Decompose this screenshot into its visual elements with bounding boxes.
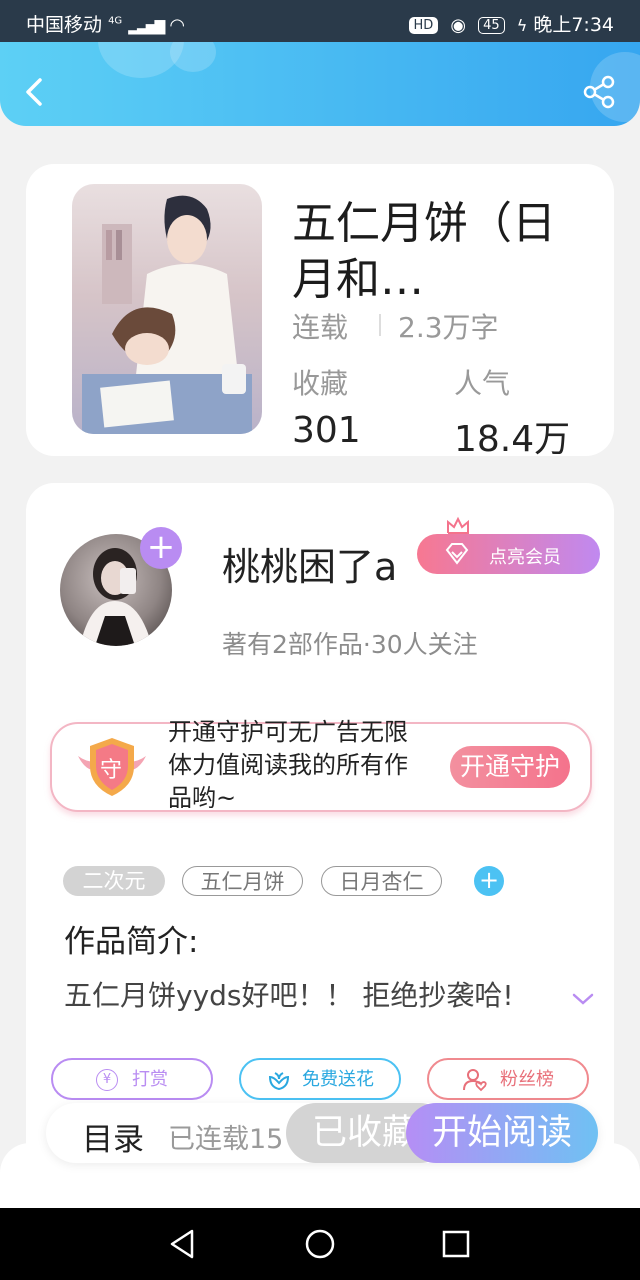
flower-label: 免费送花 — [302, 1069, 374, 1090]
fans-ranking-button[interactable]: 粉丝榜 — [427, 1058, 589, 1100]
serial-progress: 已连载15 — [168, 1124, 284, 1155]
guard-description: 开通守护可无广告无限体力值阅读我的所有作品哟~ — [168, 718, 408, 808]
guard-badge-icon: 守 — [76, 734, 148, 798]
tag-item[interactable]: 二次元 — [63, 866, 165, 896]
plus-icon: + — [146, 527, 176, 567]
home-nav-icon[interactable] — [304, 1228, 336, 1260]
flower-icon — [268, 1072, 290, 1091]
fans-label: 粉丝榜 — [500, 1069, 554, 1090]
favorites-value: 301 — [292, 410, 361, 451]
reward-label: 打赏 — [132, 1069, 168, 1090]
book-status: 连载 — [292, 311, 349, 344]
coin-icon: ¥ — [96, 1069, 118, 1091]
vip-label: 点亮会员 — [489, 547, 561, 568]
wifi-icon: ◠ — [169, 15, 186, 36]
user-heart-icon — [463, 1069, 487, 1092]
cover-illustration — [82, 195, 252, 434]
intro-text: 五仁月饼yyds好吧！！ 拒绝抄袭哈! — [64, 979, 514, 1012]
eye-icon: ◉ — [450, 15, 467, 36]
chevron-left-icon — [26, 78, 42, 106]
table-of-contents-button[interactable]: 目录 — [82, 1114, 144, 1159]
system-nav-bar — [0, 1208, 640, 1280]
divider — [379, 314, 381, 336]
status-bar: 中国移动 4G ▂▃▅▇ ◠ HD ◉ 45 ϟ 晚上7:34 — [0, 0, 640, 42]
network-type: 4G — [108, 15, 123, 27]
free-flower-button[interactable]: 免费送花 — [239, 1058, 401, 1100]
crown-icon — [447, 516, 469, 534]
hd-badge: HD — [408, 17, 439, 34]
start-reading-button[interactable]: 开始阅读 — [406, 1103, 598, 1163]
word-count: 2.3万字 — [398, 311, 499, 344]
carrier-name: 中国移动 — [26, 14, 103, 36]
chevron-down-icon[interactable] — [570, 990, 596, 1008]
author-name: 桃桃困了a — [222, 545, 398, 589]
book-cover[interactable] — [72, 184, 262, 434]
open-guard-button[interactable]: 开通守护 — [450, 746, 570, 788]
recents-nav-icon[interactable] — [441, 1229, 471, 1259]
book-title: 五仁月饼（日月和… — [292, 198, 556, 305]
tag-item[interactable]: 五仁月饼 — [182, 866, 303, 896]
guard-badge-char: 守 — [100, 758, 123, 783]
popularity-label: 人气 — [454, 367, 511, 400]
diamond-icon — [445, 543, 469, 565]
charging-icon: ϟ — [516, 16, 528, 35]
header-bubble-decoration — [170, 42, 216, 72]
author-stats: 著有2部作品·30人关注 — [222, 630, 478, 659]
share-button[interactable] — [580, 72, 618, 112]
favorites-label: 收藏 — [292, 367, 349, 400]
header — [0, 42, 640, 126]
signal-icon: ▂▃▅▇ — [128, 19, 165, 35]
share-icon — [583, 75, 615, 109]
vip-button[interactable]: 点亮会员 — [417, 534, 600, 574]
plus-icon: + — [478, 866, 500, 894]
clock: 晚上7:34 — [533, 14, 614, 36]
intro-heading: 作品简介: — [64, 924, 199, 960]
follow-author-button[interactable]: + — [140, 527, 182, 569]
back-button[interactable] — [20, 72, 50, 112]
add-tag-button[interactable]: + — [474, 866, 504, 896]
battery-icon: 45 — [478, 17, 505, 34]
reward-button[interactable]: ¥ 打赏 — [51, 1058, 213, 1100]
tag-item[interactable]: 日月杏仁 — [321, 866, 442, 896]
popularity-value: 18.4万 — [454, 419, 571, 460]
back-nav-icon[interactable] — [168, 1228, 198, 1260]
